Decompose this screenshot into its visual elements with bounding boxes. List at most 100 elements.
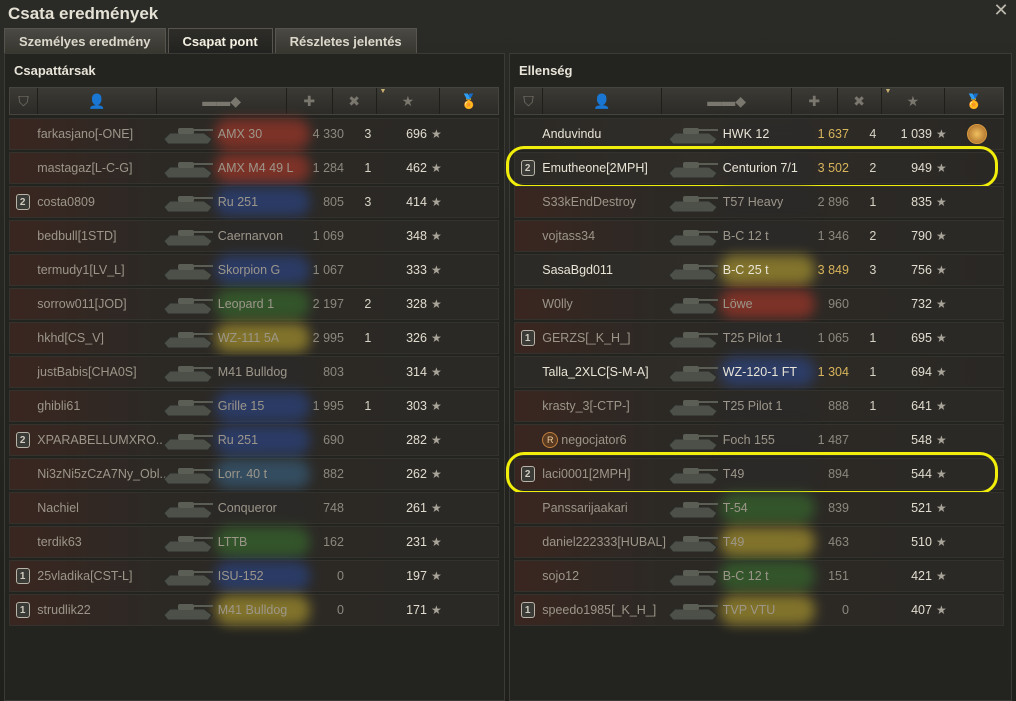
rank-badge-icon[interactable]: ⛉ — [10, 88, 38, 114]
player-name[interactable]: terdik63 — [35, 527, 170, 557]
table-row[interactable]: 2 XPARABELLUMXRO.. Ru 251 690 282 ★ — [9, 424, 499, 456]
table-row[interactable]: 1 GERZS[_K_H_] T25 Pilot 1 1 065 1 695 ★ — [514, 322, 1004, 354]
damage-value: 1 637 — [817, 127, 849, 141]
table-row[interactable]: Panssarijaakari T-54 839 521 ★ — [514, 492, 1004, 524]
table-row[interactable]: 2 costa0809 Ru 251 805 3 414 ★ — [9, 186, 499, 218]
star-icon: ★ — [935, 535, 947, 549]
player-name[interactable]: daniel222333[HUBAL] — [540, 527, 675, 557]
player-name[interactable]: bedbull[1STD] — [35, 221, 170, 251]
ace-tanker-medal-icon[interactable] — [966, 124, 987, 144]
table-row[interactable]: SasaBgd011 B-C 25 t 3 849 3 756 ★ — [514, 254, 1004, 286]
player-name[interactable]: Anduvindu — [540, 119, 675, 149]
kills-icon[interactable]: ✖ — [333, 88, 377, 114]
player-name[interactable]: justBabis[CHA0S] — [35, 357, 170, 387]
tab-team-score[interactable]: Csapat pont — [167, 28, 273, 53]
table-row[interactable]: 1 speedo1985[_K_H_] TVP VTU 0 407 ★ — [514, 594, 1004, 626]
player-name[interactable]: costa0809 — [35, 187, 170, 217]
kills-icon[interactable]: ✖ — [838, 88, 882, 114]
player-name[interactable]: laci0001[2MPH] — [540, 459, 675, 489]
player-name[interactable]: speedo1985[_K_H_] — [540, 595, 675, 625]
star-icon: ★ — [430, 331, 442, 345]
player-name[interactable]: Talla_2XLC[S-M-A] — [540, 357, 675, 387]
player-name[interactable]: W0lly — [540, 289, 675, 319]
table-row[interactable]: sorrow011[JOD] Leopard 1 2 197 2 328 ★ — [9, 288, 499, 320]
table-row[interactable]: vojtass34 B-C 12 t 1 346 2 790 ★ — [514, 220, 1004, 252]
table-row[interactable]: termudy1[LV_L] Skorpion G 1 067 333 ★ — [9, 254, 499, 286]
table-row[interactable]: bedbull[1STD] Caernarvon 1 069 348 ★ — [9, 220, 499, 252]
medal-icon[interactable]: 🏅 — [440, 88, 498, 114]
player-name[interactable]: 25vladika[CST-L] — [35, 561, 170, 591]
table-row[interactable]: W0lly Löwe 960 732 ★ — [514, 288, 1004, 320]
table-row[interactable]: farkasjano[-ONE] AMX 30 4 330 3 696 ★ — [9, 118, 499, 150]
tab-detailed-report[interactable]: Részletes jelentés — [274, 28, 417, 53]
player-name[interactable]: vojtass34 — [540, 221, 675, 251]
table-row[interactable]: terdik63 LTTB 162 231 ★ — [9, 526, 499, 558]
damage-value: 0 — [842, 603, 849, 617]
player-name[interactable]: Emutheone[2MPH] — [540, 153, 675, 183]
tab-personal-results[interactable]: Személyes eredmény — [4, 28, 166, 53]
table-row[interactable]: S33kEndDestroy T57 Heavy 2 896 1 835 ★ — [514, 186, 1004, 218]
kills-value — [348, 221, 388, 251]
player-name[interactable]: krasty_3[-CTP-] — [540, 391, 675, 421]
clan-emblem-icon: R — [542, 432, 559, 448]
player-name[interactable]: Rnegocjator6 — [540, 425, 675, 455]
table-row[interactable]: 2 Emutheone[2MPH] Centurion 7/1 3 502 2 949 ★ — [514, 152, 1004, 184]
star-icon: ★ — [430, 501, 442, 515]
table-row[interactable]: hkhd[CS_V] WZ-111 5A 2 995 1 326 ★ — [9, 322, 499, 354]
player-name[interactable]: termudy1[LV_L] — [35, 255, 170, 285]
experience-text: 548 — [911, 433, 932, 447]
table-row[interactable]: ghibli61 Grille 15 1 995 1 303 ★ — [9, 390, 499, 422]
rank-badge — [515, 527, 540, 557]
table-row[interactable]: krasty_3[-CTP-] T25 Pilot 1 888 1 641 ★ — [514, 390, 1004, 422]
rank-badge — [10, 527, 35, 557]
tank-icon[interactable]: ▬▬◆ — [157, 88, 287, 114]
player-name[interactable]: hkhd[CS_V] — [35, 323, 170, 353]
tank-icon[interactable]: ▬▬◆ — [662, 88, 792, 114]
medal-slot — [951, 595, 1003, 625]
experience-star-icon[interactable]: ★ — [377, 88, 441, 114]
player-name[interactable]: sojo12 — [540, 561, 675, 591]
platoon-badge-icon: 1 — [520, 330, 535, 346]
player-name[interactable]: S33kEndDestroy — [540, 187, 675, 217]
table-row[interactable]: justBabis[CHA0S] M41 Bulldog 803 314 ★ — [9, 356, 499, 388]
player-name[interactable]: XPARABELLUMXRO.. — [35, 425, 170, 455]
player-name[interactable]: SasaBgd011 — [540, 255, 675, 285]
damage-icon[interactable]: ✚ — [792, 88, 838, 114]
tank-name: B-C 12 t — [722, 569, 769, 583]
table-row[interactable]: 1 strudlik22 M41 Bulldog 0 171 ★ — [9, 594, 499, 626]
player-name[interactable]: farkasjano[-ONE] — [35, 119, 170, 149]
kills-value — [853, 595, 893, 625]
table-row[interactable]: 1 25vladika[CST-L] ISU-152 0 197 ★ — [9, 560, 499, 592]
star-icon: ★ — [430, 263, 442, 277]
experience-value: 314 ★ — [388, 357, 446, 387]
damage-icon[interactable]: ✚ — [287, 88, 333, 114]
experience-value: 544 ★ — [893, 459, 951, 489]
close-icon[interactable]: ✕ — [992, 0, 1010, 20]
experience-star-icon[interactable]: ★ — [882, 88, 946, 114]
player-name[interactable]: Ni3zNi5zCzA7Ny_Obl.. — [35, 459, 170, 489]
table-row[interactable]: Talla_2XLC[S-M-A] WZ-120-1 FT 1 304 1 694 ★ — [514, 356, 1004, 388]
table-row[interactable]: daniel222333[HUBAL] T49 463 510 ★ — [514, 526, 1004, 558]
damage-value: 3 849 — [817, 263, 849, 277]
player-name-text: Panssarijaakari — [542, 501, 628, 515]
player-name[interactable]: mastagaz[L-C-G] — [35, 153, 170, 183]
player-name[interactable]: GERZS[_K_H_] — [540, 323, 675, 353]
player-name[interactable]: ghibli61 — [35, 391, 170, 421]
medal-icon[interactable]: 🏅 — [945, 88, 1003, 114]
table-row[interactable]: 2 laci0001[2MPH] T49 894 544 ★ — [514, 458, 1004, 490]
rank-badge-icon[interactable]: ⛉ — [515, 88, 543, 114]
player-name[interactable]: Panssarijaakari — [540, 493, 675, 523]
player-icon[interactable]: 👤 — [543, 88, 663, 114]
player-name[interactable]: strudlik22 — [35, 595, 170, 625]
damage-value: 805 — [323, 195, 344, 209]
table-row[interactable]: sojo12 B-C 12 t 151 421 ★ — [514, 560, 1004, 592]
table-row[interactable]: Nachiel Conqueror 748 261 ★ — [9, 492, 499, 524]
player-icon[interactable]: 👤 — [38, 88, 158, 114]
table-row[interactable]: Ni3zNi5zCzA7Ny_Obl.. Lorr. 40 t 882 262 ★ — [9, 458, 499, 490]
table-row[interactable]: mastagaz[L-C-G] AMX M4 49 L 1 284 1 462 ★ — [9, 152, 499, 184]
star-icon: ★ — [430, 467, 442, 481]
player-name[interactable]: Nachiel — [35, 493, 170, 523]
table-row[interactable]: Anduvindu HWK 12 1 637 4 1 039 ★ — [514, 118, 1004, 150]
table-row[interactable]: Rnegocjator6 Foch 155 1 487 548 ★ — [514, 424, 1004, 456]
player-name[interactable]: sorrow011[JOD] — [35, 289, 170, 319]
